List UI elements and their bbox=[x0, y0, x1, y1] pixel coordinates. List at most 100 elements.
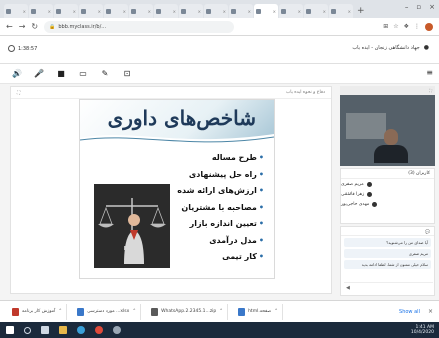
tab-close-icon[interactable]: × bbox=[98, 9, 101, 14]
tab-close-icon[interactable]: × bbox=[273, 9, 276, 14]
tab-favicon bbox=[156, 8, 161, 14]
download-menu-icon[interactable]: ⌃ bbox=[132, 309, 136, 314]
download-item[interactable]: WhatsApp.2.2345.1...zip ⌃ bbox=[147, 303, 229, 320]
browser-actions: ⊞ ☆ ❖ ⋮ bbox=[383, 22, 433, 31]
browser-tab[interactable]: × bbox=[154, 4, 178, 18]
download-menu-icon[interactable]: ⌃ bbox=[58, 309, 62, 314]
webcam-video: ⛶ bbox=[340, 86, 435, 166]
slide-bullet: راه حل پیشنهادی bbox=[164, 167, 264, 184]
presenter-body bbox=[374, 145, 408, 163]
maximize-icon[interactable]: ▫ bbox=[416, 3, 421, 11]
chat-header: 💬 bbox=[341, 227, 434, 236]
browser-tab[interactable]: × bbox=[179, 4, 203, 18]
tab-close-icon[interactable]: × bbox=[173, 9, 176, 14]
browser-tab[interactable]: × bbox=[104, 4, 128, 18]
pen-icon[interactable]: ✎ bbox=[100, 69, 110, 78]
start-icon[interactable] bbox=[6, 326, 14, 334]
participant-name: مریم صفری bbox=[341, 181, 364, 187]
menu-icon[interactable]: ⋮ bbox=[414, 23, 420, 30]
close-downloads-icon[interactable]: × bbox=[428, 308, 433, 315]
edge-icon[interactable] bbox=[77, 326, 85, 334]
slide-bullet: تعیین اندازه بازار bbox=[164, 216, 264, 233]
file-icon bbox=[77, 307, 85, 316]
send-icon[interactable]: ◀ bbox=[346, 285, 350, 291]
close-icon[interactable]: × bbox=[429, 3, 435, 11]
file-icon bbox=[238, 307, 246, 316]
address-bar: ← → ↻ 🔒 bbb.myclass.ir/b/... ⊞ ☆ ❖ ⋮ bbox=[0, 18, 439, 36]
task-view-icon[interactable] bbox=[41, 326, 49, 334]
file-explorer-icon[interactable] bbox=[59, 326, 67, 334]
settings-icon[interactable] bbox=[113, 326, 121, 334]
chrome-icon[interactable] bbox=[95, 326, 103, 334]
browser-tab[interactable]: × bbox=[279, 4, 303, 18]
url-field[interactable]: 🔒 bbb.myclass.ir/b/... bbox=[44, 20, 235, 33]
browser-tab[interactable]: × bbox=[329, 4, 353, 18]
tab-close-icon[interactable]: × bbox=[248, 9, 251, 14]
forward-icon[interactable]: → bbox=[19, 22, 26, 31]
slide-wave-decoration bbox=[80, 134, 274, 148]
system-tray-clock[interactable]: 1:41 AM 10/4/2020 bbox=[411, 325, 439, 336]
presentation-toolbar: 🔊 🎤 ■ ▭ ✎ ⊡ ≡ bbox=[0, 64, 439, 84]
browser-tab[interactable]: × bbox=[304, 4, 328, 18]
browser-tab[interactable]: × bbox=[204, 4, 228, 18]
new-tab-button[interactable]: + bbox=[357, 6, 365, 16]
download-item[interactable]: آموزش کار برنامه ⌃ bbox=[8, 303, 68, 320]
tab-close-icon[interactable]: × bbox=[48, 9, 51, 14]
download-menu-icon[interactable]: ⌃ bbox=[219, 309, 223, 314]
download-filename: مورد دسترسی ...xlsx bbox=[87, 309, 130, 314]
browser-tab[interactable]: × bbox=[79, 4, 103, 18]
user-icon bbox=[367, 191, 373, 197]
microphone-icon[interactable]: 🎤 bbox=[34, 69, 44, 78]
participant-item[interactable]: زهرا قاسمی bbox=[341, 189, 434, 199]
tab-close-icon[interactable]: × bbox=[198, 9, 201, 14]
translate-icon[interactable]: ⊞ bbox=[383, 23, 388, 30]
camera-icon[interactable]: ■ bbox=[56, 69, 66, 78]
tab-close-icon[interactable]: × bbox=[148, 9, 151, 14]
browser-tab[interactable]: × bbox=[4, 4, 28, 18]
browser-tab[interactable]: × bbox=[229, 4, 253, 18]
download-filename: html.صفحه bbox=[248, 309, 272, 314]
tab-close-icon[interactable]: × bbox=[223, 9, 226, 14]
chat-message: سلام خیلی ممنون از شما. لطفا ادامه بدید bbox=[344, 260, 431, 269]
fullscreen-icon[interactable]: ⛶ bbox=[17, 90, 20, 96]
elapsed-time: 1:38:57 bbox=[18, 45, 38, 52]
search-icon[interactable] bbox=[24, 326, 31, 334]
expand-video-icon[interactable]: ⛶ bbox=[429, 88, 432, 93]
tab-close-icon[interactable]: × bbox=[23, 9, 26, 14]
presentation-icon[interactable]: ⊡ bbox=[122, 69, 132, 78]
class-name: جهاد دانشگاهی زنجان - ایده یاب bbox=[352, 44, 420, 51]
tab-close-icon[interactable]: × bbox=[123, 9, 126, 14]
participant-name: مهدی حاجی‌پور bbox=[341, 201, 370, 207]
slide: شاخص‌های داوری طرح مسالهراه حل پیشنهادیا… bbox=[79, 99, 275, 279]
reload-icon[interactable]: ↻ bbox=[31, 22, 38, 31]
profile-avatar[interactable] bbox=[425, 22, 433, 31]
tab-close-icon[interactable]: × bbox=[298, 9, 301, 14]
tab-favicon bbox=[281, 8, 286, 14]
browser-tab[interactable]: × bbox=[29, 4, 53, 18]
downloads-list: آموزش کار برنامه ⌃ مورد دسترسی ...xlsx ⌃ Wha… bbox=[8, 303, 283, 320]
extension-icon[interactable]: ❖ bbox=[404, 23, 409, 30]
minimize-icon[interactable]: – bbox=[405, 3, 409, 11]
download-menu-icon[interactable]: ⌃ bbox=[274, 309, 278, 314]
participant-item[interactable]: مریم صفری bbox=[341, 179, 434, 189]
star-icon[interactable]: ☆ bbox=[393, 23, 398, 30]
screen-share-icon[interactable]: ▭ bbox=[78, 69, 88, 78]
chat-input[interactable]: ◀ bbox=[344, 282, 433, 292]
show-all-link[interactable]: Show all bbox=[399, 309, 420, 315]
download-item[interactable]: مورد دسترسی ...xlsx ⌃ bbox=[73, 303, 142, 320]
presentation-header: ⛶ دفاع و نحوه ایده یاب bbox=[11, 87, 331, 99]
tab-favicon bbox=[81, 8, 86, 14]
tab-favicon bbox=[231, 8, 236, 14]
tab-close-icon[interactable]: × bbox=[348, 9, 351, 14]
browser-tab[interactable]: × bbox=[129, 4, 153, 18]
participants-settings-icon[interactable]: ⋯ bbox=[345, 189, 352, 197]
back-icon[interactable]: ← bbox=[6, 22, 13, 31]
speaker-icon[interactable]: 🔊 bbox=[12, 69, 22, 78]
more-options-icon[interactable]: ≡ bbox=[426, 68, 433, 77]
tab-close-icon[interactable]: × bbox=[73, 9, 76, 14]
download-item[interactable]: html.صفحه ⌃ bbox=[234, 303, 283, 320]
browser-tab[interactable]: × bbox=[254, 4, 278, 18]
browser-tab[interactable]: × bbox=[54, 4, 78, 18]
tab-close-icon[interactable]: × bbox=[323, 9, 326, 14]
participant-item[interactable]: مهدی حاجی‌پور bbox=[341, 199, 434, 209]
